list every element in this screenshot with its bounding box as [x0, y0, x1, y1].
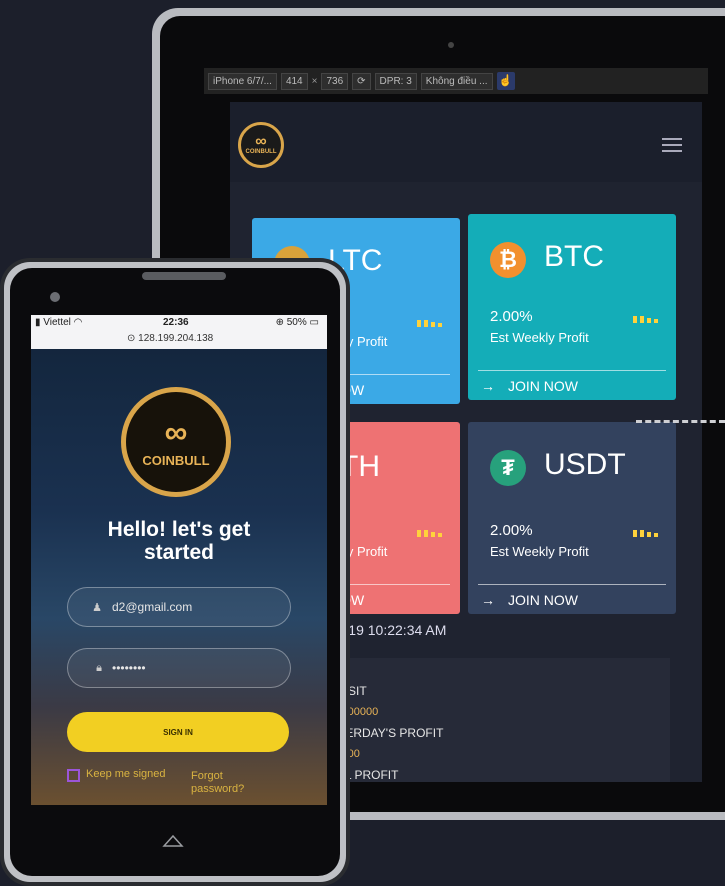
phone-camera — [50, 292, 60, 302]
infinity-icon: ∞ — [255, 133, 267, 150]
arrow-right-icon: → — [481, 378, 495, 394]
throttle-select[interactable]: Không điều ... — [420, 72, 493, 90]
hamburger-icon[interactable] — [662, 138, 682, 152]
join-now-button[interactable]: → JOIN NOW — [468, 586, 676, 614]
join-now-button[interactable]: → JOIN NOW — [468, 372, 676, 400]
home-icon[interactable] — [162, 832, 184, 848]
card-divider — [478, 584, 666, 585]
card-rate: 2.00% — [490, 522, 533, 539]
password-value: •••••••• — [112, 661, 146, 675]
card-label: Est Weekly Profit — [490, 544, 589, 559]
site-header: ∞ COINBULL — [230, 102, 702, 182]
logo-text: COINBULL — [142, 452, 210, 468]
card-rate: 2.00% — [490, 308, 533, 325]
card-divider — [478, 370, 666, 371]
bars-icon — [417, 320, 442, 327]
logo-text: COINBULL — [245, 149, 277, 155]
devtools-toolbar: iPhone 6/7/... 414 × 736 ⟳ DPR: 3 Không … — [204, 68, 708, 94]
bitcoin-icon: ₿ — [490, 242, 526, 278]
tablet-camera — [448, 42, 454, 48]
dashed-connector — [636, 420, 725, 423]
card-label: ly Profit — [344, 544, 388, 559]
join-label: JOIN NOW — [508, 378, 578, 394]
password-field[interactable]: 🔒︎ •••••••• — [67, 648, 291, 688]
card-label: ly Profit — [344, 334, 388, 349]
battery-indicator: ⊕ 50% ▭ — [275, 317, 319, 328]
coinbull-logo[interactable]: ∞ COINBULL — [238, 122, 284, 168]
address-bar[interactable]: ⊙ 128.199.204.138 — [127, 333, 213, 344]
bars-icon — [633, 530, 658, 537]
arrow-right-icon: → — [481, 592, 495, 608]
device-select[interactable]: iPhone 6/7/... — [208, 72, 277, 90]
card-label: Est Weekly Profit — [490, 330, 589, 345]
touch-icon[interactable]: ☝ — [496, 72, 515, 90]
phone-device: ▮ Viettel ◠ 22:36 ⊕ 50% ▭ ⊙ 128.199.204.… — [0, 258, 350, 886]
rotate-icon[interactable]: ⟳ — [352, 72, 371, 90]
coinbull-logo: ∞ COINBULL — [121, 387, 231, 497]
phone-speaker — [142, 272, 226, 280]
bars-icon — [417, 530, 442, 537]
card-symbol: USDT — [544, 448, 626, 481]
user-icon: ♟ — [92, 601, 102, 614]
email-value: d2@gmail.com — [112, 600, 193, 614]
lock-icon: 🔒︎ — [96, 661, 102, 674]
headline-line2: started — [143, 541, 215, 564]
tether-icon: ₮ — [490, 450, 526, 486]
card-symbol: BTC — [544, 240, 604, 273]
card-usdt[interactable]: ₮ USDT 2.00% Est Weekly Profit → JOIN NO… — [468, 422, 676, 614]
dpr-select[interactable]: DPR: 3 — [374, 72, 417, 90]
status-bar: ▮ Viettel ◠ 22:36 ⊕ 50% ▭ ⊙ 128.199.204.… — [31, 315, 327, 349]
width-input[interactable]: 414 — [280, 72, 308, 90]
email-field[interactable]: ♟ d2@gmail.com — [67, 587, 291, 627]
clock: 22:36 — [163, 317, 189, 328]
infinity-icon: ∞ — [164, 413, 188, 450]
join-label: JOIN NOW — [508, 592, 578, 608]
phone-screen: ▮ Viettel ◠ 22:36 ⊕ 50% ▭ ⊙ 128.199.204.… — [31, 315, 327, 805]
sign-in-button[interactable]: SIGN IN — [67, 712, 289, 752]
carrier-label: ▮ Viettel ◠ — [35, 317, 83, 328]
card-btc[interactable]: ₿ BTC 2.00% Est Weekly Profit → JOIN NOW — [468, 214, 676, 400]
dimension-separator: × — [311, 75, 318, 87]
checkbox[interactable] — [67, 769, 80, 782]
bars-icon — [633, 316, 658, 323]
height-input[interactable]: 736 — [321, 72, 349, 90]
headline-line1: Hello! let's get — [107, 518, 251, 541]
keep-signed-in[interactable]: Keep me signed — [67, 768, 166, 782]
keep-signed-label: Keep me signed — [86, 768, 166, 780]
forgot-password-link[interactable]: Forgot password? — [191, 770, 251, 796]
